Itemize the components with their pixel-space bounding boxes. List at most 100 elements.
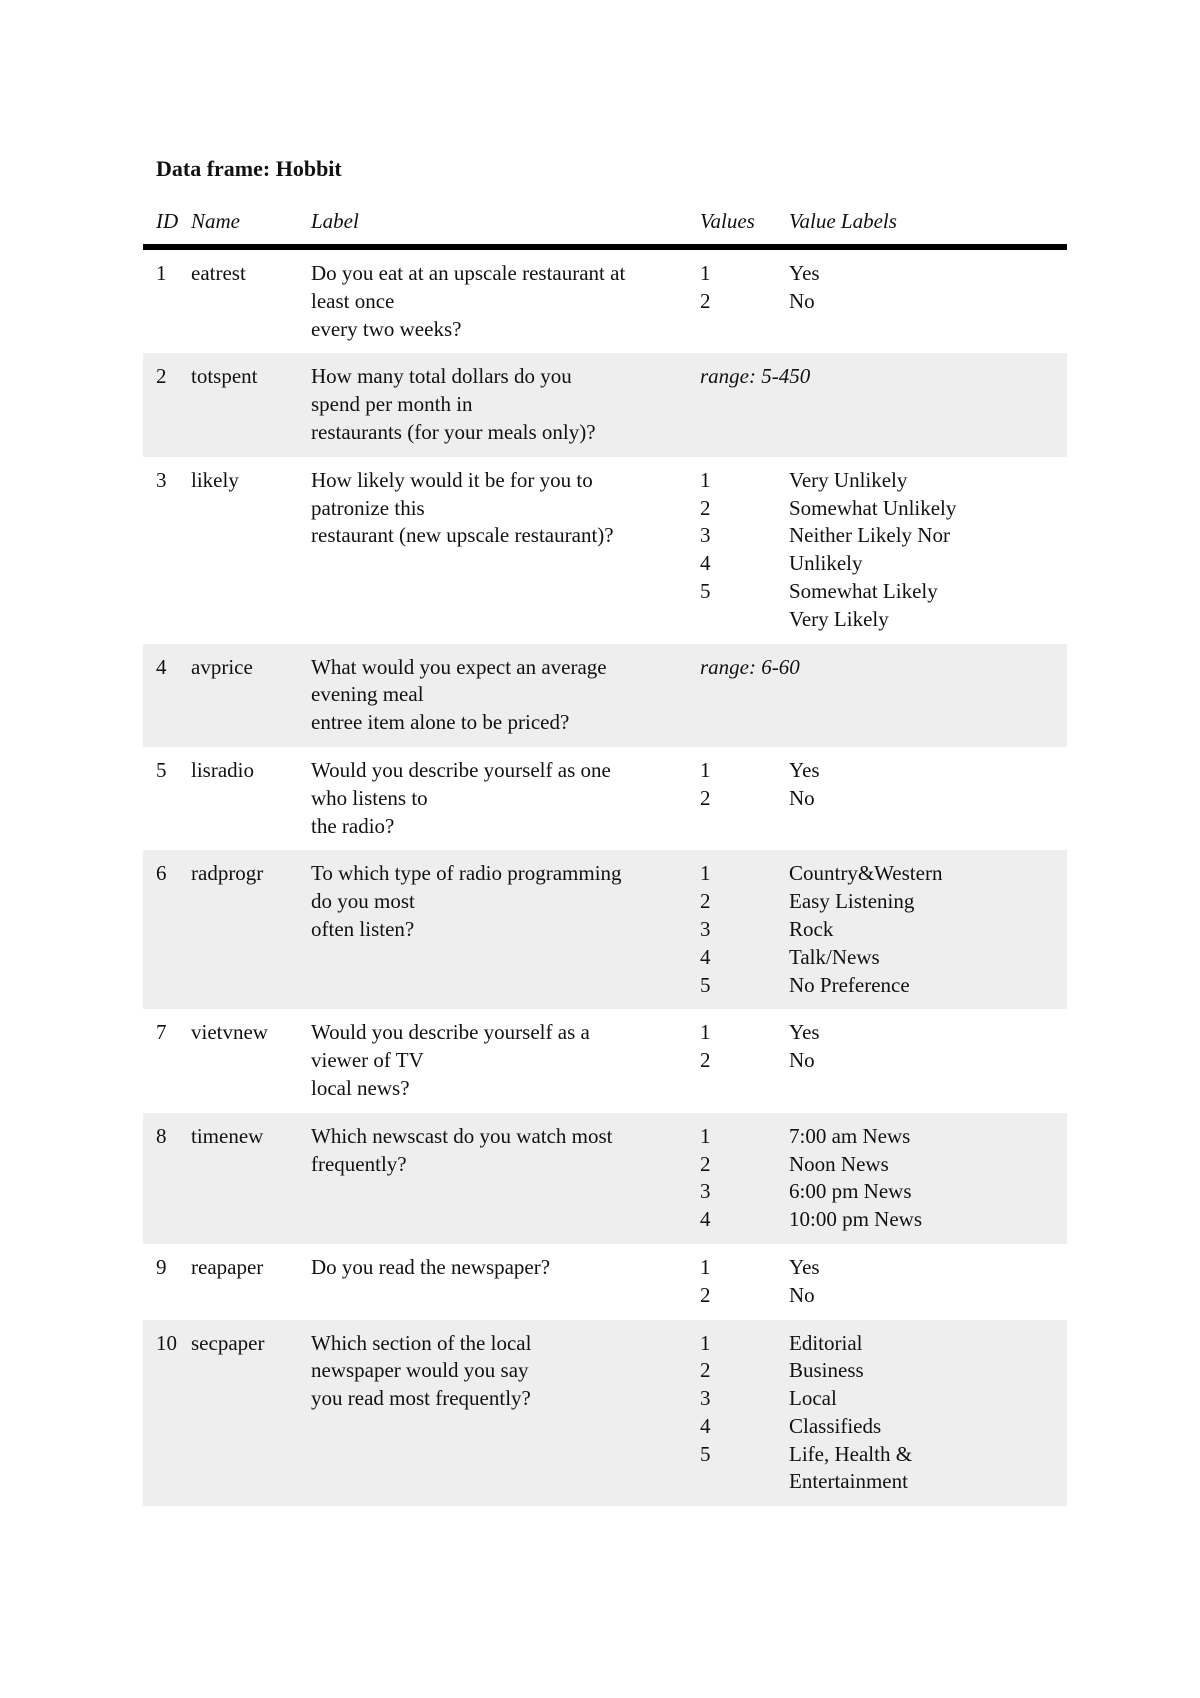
cell-label: Would you describe yourself as a viewer o…	[311, 1019, 700, 1102]
table-body: 1 eatrest Do you eat at an upscale restaur…	[143, 250, 1067, 1507]
value-code: 1	[700, 1254, 711, 1279]
value-code: 4	[700, 944, 711, 969]
value-code: 2	[700, 1358, 711, 1383]
value-label: Noon News	[789, 1151, 889, 1176]
value-label: Very Unlikely	[789, 467, 908, 492]
value-label: No Preference	[789, 972, 910, 997]
cell-label: Which newscast do you watch most frequent…	[311, 1123, 700, 1234]
cell-label: Do you read the newspaper?	[311, 1254, 700, 1310]
value-label: Neither Likely Nor	[789, 523, 950, 548]
cell-name: radprogr	[191, 861, 264, 886]
cell-name: likely	[191, 467, 239, 492]
table-header: ID Name Label Values Value Labels	[143, 200, 1067, 244]
value-code: 4	[700, 1413, 711, 1438]
label-line: do you most	[311, 889, 415, 914]
cell-value-labels: Very Unlikely Somewhat Unlikely Neither Li…	[789, 467, 1067, 634]
cell-name: secpaper	[191, 1330, 265, 1355]
cell-value-labels: 7:00 am News Noon News 6:00 pm News 10:00 p…	[789, 1123, 1067, 1234]
cell-label: How likely would it be for you to patroni…	[311, 467, 700, 634]
cell-value-labels: Country&Western Easy Listening Rock Talk/Ne…	[789, 860, 1067, 999]
label-line: often listen?	[311, 916, 415, 941]
value-label: No	[789, 1282, 815, 1307]
label-line: Do you eat at an upscale restaurant at	[311, 261, 626, 285]
label-line: Which newscast do you watch most	[311, 1123, 613, 1148]
cell-values: 12	[700, 1019, 789, 1102]
cell-label: How many total dollars do you spend per m…	[311, 363, 700, 446]
value-label: No	[789, 288, 815, 313]
cell-name: totspent	[191, 364, 258, 389]
value-code: 2	[700, 1282, 711, 1307]
value-label: Very Likely	[789, 606, 889, 631]
value-label: 6:00 pm News	[789, 1179, 912, 1204]
value-code: 2	[700, 785, 711, 810]
label-line: least once	[311, 288, 395, 313]
cell-id: 7	[156, 1020, 167, 1045]
label-line: To which type of radio programming	[311, 861, 622, 886]
value-label: Editorial	[789, 1330, 863, 1355]
value-code: 1	[700, 861, 711, 886]
value-label: Yes	[789, 757, 820, 782]
value-label: Classifieds	[789, 1413, 882, 1438]
value-label: Yes	[789, 261, 820, 285]
cell-values: 12	[700, 260, 789, 343]
value-label: Yes	[789, 1020, 820, 1045]
cell-value-labels: Yes No	[789, 757, 1067, 840]
cell-value-labels: Editorial Business Local Classifieds Life, H…	[789, 1330, 1067, 1497]
value-label: Talk/News	[789, 944, 880, 969]
cell-label: Which section of the local newspaper woul…	[311, 1330, 700, 1497]
label-line: restaurants (for your meals only)?	[311, 419, 596, 444]
table-row: 2 totspent How many total dollars do you sp…	[143, 353, 1067, 457]
value-code: 2	[700, 1151, 711, 1176]
cell-id: 8	[156, 1123, 167, 1148]
cell-id: 6	[156, 861, 167, 886]
value-code: 1	[700, 261, 711, 285]
cell-name: lisradio	[191, 757, 254, 782]
header-values: Values	[700, 209, 755, 233]
cell-id: 10	[156, 1330, 177, 1355]
label-line: Do you read the newspaper?	[311, 1254, 551, 1279]
label-line: Would you describe yourself as a	[311, 1020, 590, 1045]
value-label: Local	[789, 1386, 837, 1411]
value-code: 1	[700, 1123, 711, 1148]
value-label: 7:00 am News	[789, 1123, 911, 1148]
label-line: entree item alone to be priced?	[311, 710, 570, 735]
value-code: 1	[700, 1020, 711, 1045]
cell-label: Would you describe yourself as one who li…	[311, 757, 700, 840]
cell-label: Do you eat at an upscale restaurant at le…	[311, 260, 700, 343]
label-line: What would you expect an average	[311, 654, 607, 679]
table-row: 10 secpaper Which section of the local news…	[143, 1319, 1067, 1507]
value-label: No	[789, 785, 815, 810]
label-line: frequently?	[311, 1151, 407, 1176]
label-line: How many total dollars do you	[311, 364, 572, 389]
cell-value-labels: Yes No	[789, 1254, 1067, 1310]
value-code: 5	[700, 1441, 711, 1466]
value-code: 2	[700, 495, 711, 520]
table-row: 8 timenew Which newscast do you watch most…	[143, 1112, 1067, 1244]
cell-name: eatrest	[191, 261, 246, 285]
cell-values: 1 2 3 45	[700, 467, 789, 634]
cell-id: 5	[156, 757, 167, 782]
document-title: Data frame: Hobbit	[156, 156, 342, 181]
table-row: 1 eatrest Do you eat at an upscale restaur…	[143, 250, 1067, 353]
value-code: 1	[700, 1330, 711, 1355]
table-row: 7 vietvnew Would you describe yourself as …	[143, 1009, 1067, 1112]
cell-id: 1	[156, 261, 167, 285]
value-code: 3	[700, 1179, 711, 1204]
value-label: Yes	[789, 1254, 820, 1279]
value-label: Somewhat Likely	[789, 578, 938, 603]
header-label: Label	[311, 209, 359, 233]
label-line: evening meal	[311, 682, 424, 707]
value-label: No	[789, 1048, 815, 1073]
cell-id: 3	[156, 467, 167, 492]
cell-name: avprice	[191, 654, 253, 679]
table-row: 3 likely How likely would it be for you to…	[143, 457, 1067, 644]
cell-name: vietvnew	[191, 1020, 268, 1045]
cell-value-labels: Yes No	[789, 1019, 1067, 1102]
value-code: 2	[700, 288, 711, 313]
header-id: ID	[156, 209, 179, 233]
label-line: newspaper would you say	[311, 1358, 529, 1383]
cell-id: 2	[156, 364, 167, 389]
value-label: Business	[789, 1358, 864, 1383]
label-line: patronize this	[311, 495, 425, 520]
cell-name: reapaper	[191, 1254, 264, 1279]
